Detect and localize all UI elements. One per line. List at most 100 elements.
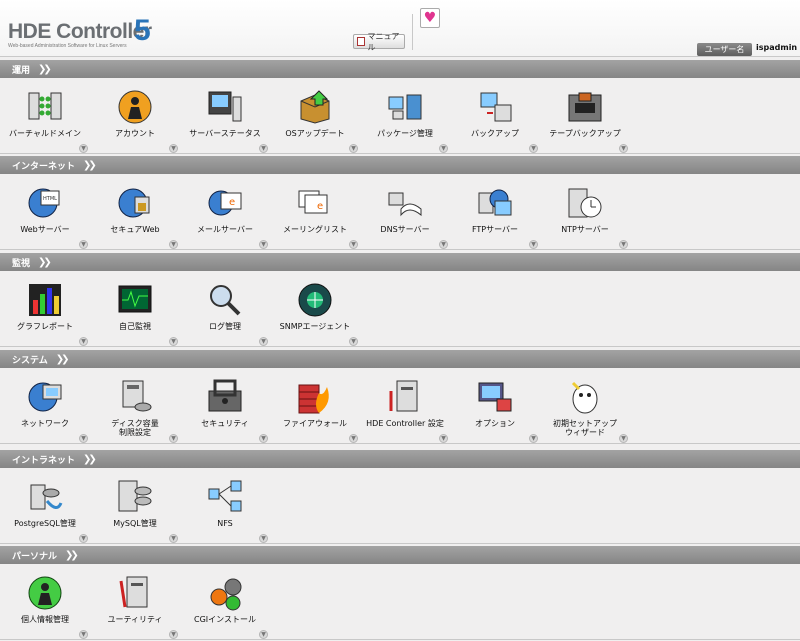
menu-item-label[interactable]: オプション bbox=[450, 419, 540, 428]
menu-item[interactable]: ユーティリティ ▼ bbox=[90, 564, 180, 640]
menu-item[interactable]: OSアップデート ▼ bbox=[270, 78, 360, 154]
section-header[interactable]: システム ❯❯ bbox=[0, 350, 800, 368]
menu-item[interactable]: グラフレポート ▼ bbox=[0, 271, 90, 347]
chevron-down-icon[interactable]: ▼ bbox=[439, 434, 448, 443]
web-server-icon[interactable]: HTML bbox=[27, 185, 63, 221]
menu-item-label[interactable]: メーリングリスト bbox=[270, 225, 360, 234]
menu-item[interactable]: e メールサーバー ▼ bbox=[180, 174, 270, 250]
menu-item-label[interactable]: 初期セットアップ ウィザード bbox=[540, 419, 630, 437]
setup-wizard-icon[interactable] bbox=[567, 379, 603, 415]
ftp-server-icon[interactable] bbox=[477, 185, 513, 221]
section-header[interactable]: イントラネット ❯❯ bbox=[0, 450, 800, 468]
menu-item[interactable]: オプション ▼ bbox=[450, 368, 540, 444]
menu-item-label[interactable]: CGIインストール bbox=[180, 615, 270, 624]
menu-item-label[interactable]: セキュアWeb bbox=[90, 225, 180, 234]
menu-item[interactable]: バーチャルドメイン ▼ bbox=[0, 78, 90, 154]
snmp-agent-icon[interactable] bbox=[297, 282, 333, 318]
server-status-icon[interactable] bbox=[207, 89, 243, 125]
chevron-down-icon[interactable]: ▼ bbox=[259, 630, 268, 639]
chevron-down-icon[interactable]: ▼ bbox=[259, 240, 268, 249]
menu-item[interactable]: NFS ▼ bbox=[180, 468, 270, 544]
menu-item[interactable]: ディスク容量 制限設定 ▼ bbox=[90, 368, 180, 444]
self-monitor-icon[interactable] bbox=[117, 282, 153, 318]
ntp-server-icon[interactable] bbox=[567, 185, 603, 221]
chevron-down-icon[interactable]: ▼ bbox=[619, 144, 628, 153]
menu-item[interactable]: NTPサーバー ▼ bbox=[540, 174, 630, 250]
chevron-down-icon[interactable]: ▼ bbox=[169, 630, 178, 639]
menu-item[interactable]: テープバックアップ ▼ bbox=[540, 78, 630, 154]
menu-item[interactable]: MySQL管理 ▼ bbox=[90, 468, 180, 544]
controller-settings-icon[interactable] bbox=[387, 379, 423, 415]
chevron-down-icon[interactable]: ▼ bbox=[169, 144, 178, 153]
menu-item-label[interactable]: ネットワーク bbox=[0, 419, 90, 428]
menu-item[interactable]: PostgreSQL管理 ▼ bbox=[0, 468, 90, 544]
network-icon[interactable] bbox=[27, 379, 63, 415]
menu-item-label[interactable]: バーチャルドメイン bbox=[0, 129, 90, 138]
chevron-down-icon[interactable]: ▼ bbox=[169, 337, 178, 346]
chevron-down-icon[interactable]: ▼ bbox=[529, 434, 538, 443]
chevron-down-icon[interactable]: ▼ bbox=[79, 240, 88, 249]
menu-item-label[interactable]: バックアップ bbox=[450, 129, 540, 138]
graph-report-icon[interactable] bbox=[27, 282, 63, 318]
menu-item[interactable]: FTPサーバー ▼ bbox=[450, 174, 540, 250]
menu-item[interactable]: セキュリティ ▼ bbox=[180, 368, 270, 444]
postgresql-icon[interactable] bbox=[27, 479, 63, 515]
chevron-down-icon[interactable]: ▼ bbox=[619, 434, 628, 443]
disk-quota-icon[interactable] bbox=[117, 379, 153, 415]
secure-web-icon[interactable] bbox=[117, 185, 153, 221]
chevron-down-icon[interactable]: ▼ bbox=[169, 434, 178, 443]
chevron-down-icon[interactable]: ▼ bbox=[259, 144, 268, 153]
chevron-down-icon[interactable]: ▼ bbox=[619, 240, 628, 249]
chevron-down-icon[interactable]: ▼ bbox=[349, 337, 358, 346]
menu-item-label[interactable]: PostgreSQL管理 bbox=[0, 519, 90, 528]
os-update-icon[interactable] bbox=[297, 89, 333, 125]
backup-icon[interactable] bbox=[477, 89, 513, 125]
menu-item-label[interactable]: 自己監視 bbox=[90, 322, 180, 331]
menu-item-label[interactable]: サーバーステータス bbox=[180, 129, 270, 138]
menu-item[interactable]: e メーリングリスト ▼ bbox=[270, 174, 360, 250]
chevron-down-icon[interactable]: ▼ bbox=[169, 240, 178, 249]
menu-item[interactable]: バックアップ ▼ bbox=[450, 78, 540, 154]
menu-item-label[interactable]: MySQL管理 bbox=[90, 519, 180, 528]
chevron-down-icon[interactable]: ▼ bbox=[79, 337, 88, 346]
menu-item-label[interactable]: パッケージ管理 bbox=[360, 129, 450, 138]
menu-item-label[interactable]: テープバックアップ bbox=[540, 129, 630, 138]
menu-item[interactable]: アカウント ▼ bbox=[90, 78, 180, 154]
firewall-icon[interactable] bbox=[297, 379, 333, 415]
chevron-down-icon[interactable]: ▼ bbox=[529, 240, 538, 249]
personal-info-icon[interactable] bbox=[27, 575, 63, 611]
chevron-down-icon[interactable]: ▼ bbox=[349, 434, 358, 443]
menu-item-label[interactable]: グラフレポート bbox=[0, 322, 90, 331]
menu-item[interactable]: ネットワーク ▼ bbox=[0, 368, 90, 444]
mysql-icon[interactable] bbox=[117, 479, 153, 515]
tape-backup-icon[interactable] bbox=[567, 89, 603, 125]
chevron-down-icon[interactable]: ▼ bbox=[259, 337, 268, 346]
menu-item[interactable]: パッケージ管理 ▼ bbox=[360, 78, 450, 154]
nfs-icon[interactable] bbox=[207, 479, 243, 515]
menu-item-label[interactable]: ユーティリティ bbox=[90, 615, 180, 624]
menu-item-label[interactable]: SNMPエージェント bbox=[270, 322, 360, 331]
chevron-down-icon[interactable]: ▼ bbox=[349, 144, 358, 153]
menu-item-label[interactable]: メールサーバー bbox=[180, 225, 270, 234]
menu-item[interactable]: 初期セットアップ ウィザード ▼ bbox=[540, 368, 630, 444]
utility-icon[interactable] bbox=[117, 575, 153, 611]
menu-item-label[interactable]: HDE Controller 設定 bbox=[360, 419, 450, 428]
menu-item-label[interactable]: ログ管理 bbox=[180, 322, 270, 331]
dns-server-icon[interactable] bbox=[387, 185, 423, 221]
package-icon[interactable] bbox=[387, 89, 423, 125]
cgi-install-icon[interactable] bbox=[207, 575, 243, 611]
chevron-down-icon[interactable]: ▼ bbox=[259, 534, 268, 543]
chevron-down-icon[interactable]: ▼ bbox=[529, 144, 538, 153]
mail-server-icon[interactable]: e bbox=[207, 185, 243, 221]
chevron-down-icon[interactable]: ▼ bbox=[79, 144, 88, 153]
account-icon[interactable] bbox=[117, 89, 153, 125]
menu-item[interactable]: DNSサーバー ▼ bbox=[360, 174, 450, 250]
chevron-down-icon[interactable]: ▼ bbox=[439, 144, 448, 153]
menu-item-label[interactable]: FTPサーバー bbox=[450, 225, 540, 234]
chevron-down-icon[interactable]: ▼ bbox=[439, 240, 448, 249]
security-icon[interactable] bbox=[207, 379, 243, 415]
menu-item-label[interactable]: アカウント bbox=[90, 129, 180, 138]
menu-item[interactable]: ファイアウォール ▼ bbox=[270, 368, 360, 444]
menu-item-label[interactable]: セキュリティ bbox=[180, 419, 270, 428]
section-header[interactable]: インターネット ❯❯ bbox=[0, 156, 800, 174]
